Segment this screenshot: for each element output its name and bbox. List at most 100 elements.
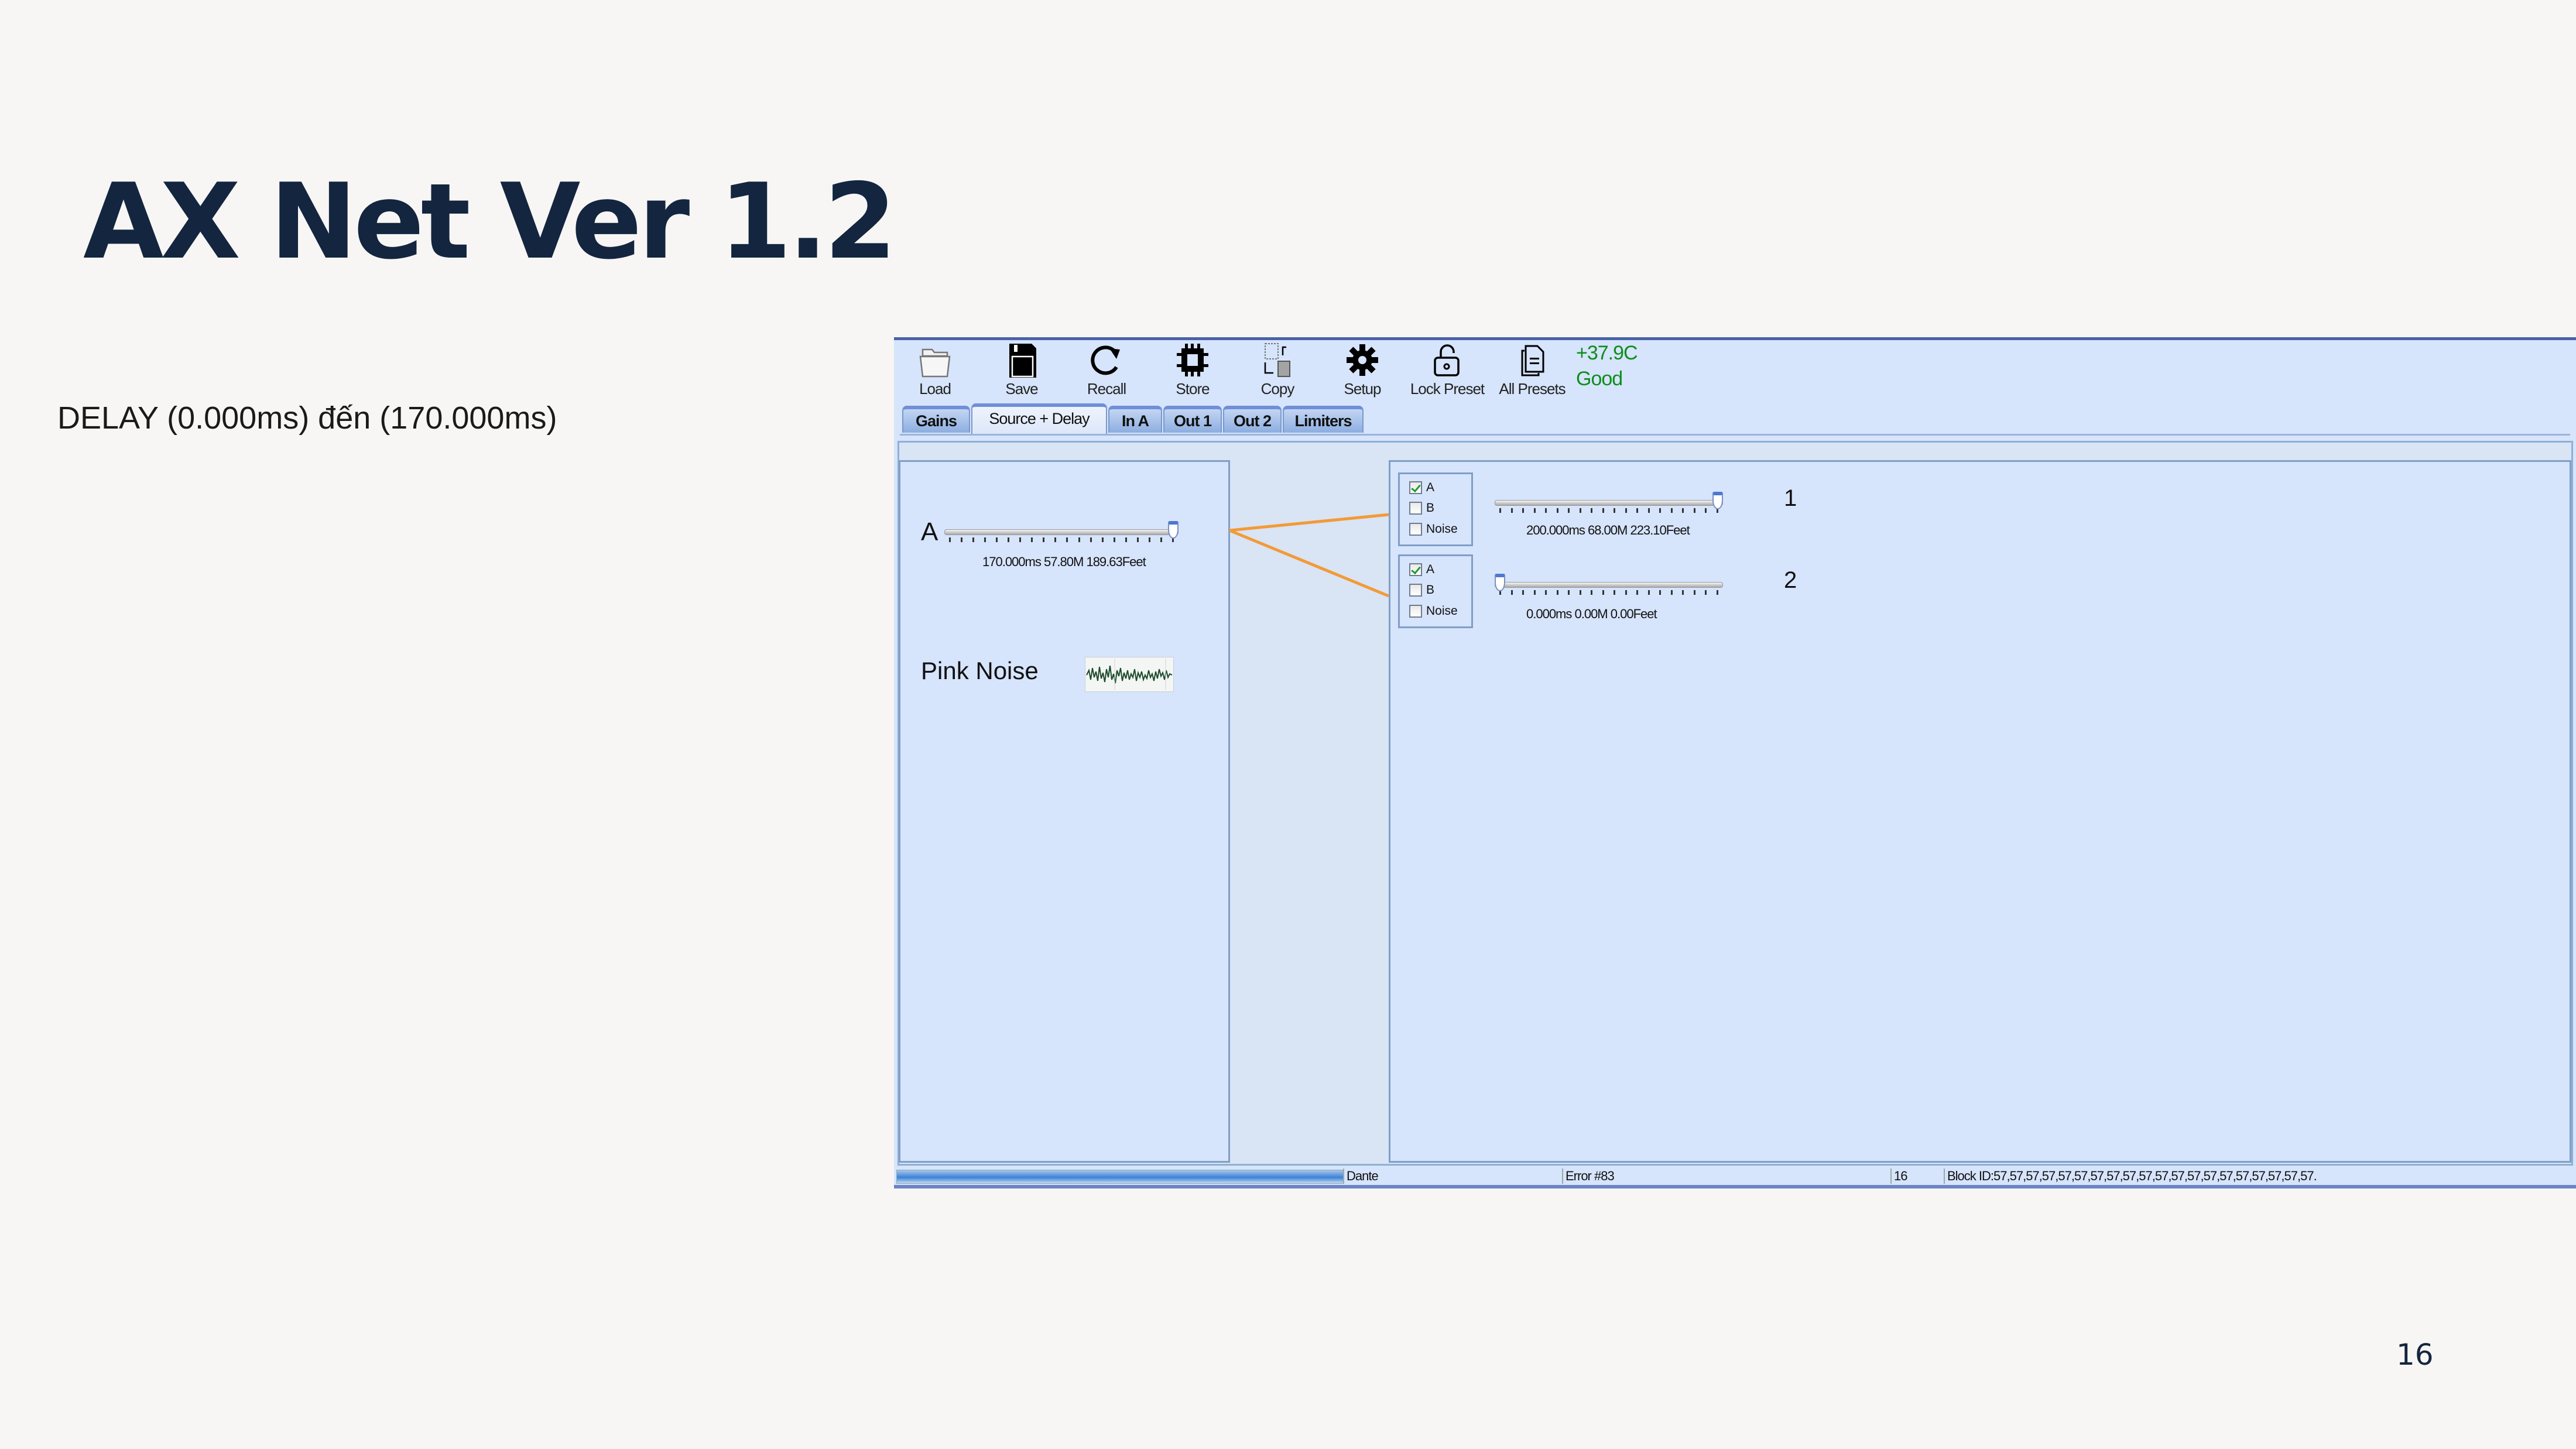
route-a-to-1 xyxy=(1229,513,1389,532)
output-1-delay-slider[interactable] xyxy=(1495,492,1723,519)
output-2-source-a[interactable]: A xyxy=(1409,561,1434,578)
slider-tick xyxy=(1556,508,1558,513)
output-1-source-noise[interactable]: Noise xyxy=(1409,520,1458,538)
checkbox-label: A xyxy=(1426,481,1435,494)
output-1-source-select: A B Noise xyxy=(1398,472,1473,546)
output-2-source-select: A B Noise xyxy=(1398,554,1473,628)
slider-tick xyxy=(1522,590,1525,595)
slider-tick xyxy=(1693,508,1695,513)
slider-tick xyxy=(1043,537,1045,542)
documents-icon xyxy=(1521,345,1544,376)
slider-tick xyxy=(1125,537,1127,542)
slider-tick xyxy=(1533,508,1536,513)
slider-tick xyxy=(949,537,951,542)
slider-tick xyxy=(1113,537,1115,542)
store-button[interactable]: Store xyxy=(1152,340,1234,399)
page-number: 16 xyxy=(2396,1338,2434,1372)
slider-tick xyxy=(1625,590,1627,595)
slider-thumb[interactable] xyxy=(1495,574,1505,591)
tab-in-a[interactable]: In A xyxy=(1108,406,1162,433)
slider-ticks xyxy=(949,537,1174,543)
route-a-to-2 xyxy=(1229,529,1389,598)
tab-out-1[interactable]: Out 1 xyxy=(1163,406,1222,433)
slider-tick xyxy=(1556,590,1558,595)
tab-gains[interactable]: Gains xyxy=(902,406,970,433)
checkbox[interactable] xyxy=(1409,605,1422,618)
slider-tick xyxy=(1545,508,1547,513)
slide-description: DELAY (0.000ms) đến (170.000ms) xyxy=(57,400,557,436)
chip-icon xyxy=(1177,344,1208,376)
slider-tick xyxy=(1568,508,1570,513)
output-1-number: 1 xyxy=(1784,485,1797,511)
setup-button[interactable]: Setup xyxy=(1321,340,1403,399)
slider-tick xyxy=(1579,590,1581,595)
output-2-source-b[interactable]: B xyxy=(1409,581,1434,599)
checkbox[interactable] xyxy=(1409,481,1422,494)
save-button[interactable]: Save xyxy=(981,340,1063,399)
tab-source-delay[interactable]: Source + Delay xyxy=(971,403,1107,434)
output-2-source-noise[interactable]: Noise xyxy=(1409,602,1458,620)
output-1-source-b[interactable]: B xyxy=(1409,499,1434,517)
slider-tick xyxy=(1148,537,1150,542)
checkbox-label: B xyxy=(1426,501,1435,515)
all-presets-button[interactable]: All Presets xyxy=(1491,340,1573,399)
slider-tick xyxy=(1066,537,1068,542)
slider-tick xyxy=(1659,590,1662,595)
slider-tick xyxy=(1636,590,1639,595)
checkbox-label: B xyxy=(1426,583,1435,597)
slider-tick xyxy=(1705,590,1707,595)
checkbox[interactable] xyxy=(1409,584,1422,597)
tab-out-2[interactable]: Out 2 xyxy=(1223,406,1282,433)
input-a-label: A xyxy=(921,518,938,546)
slider-thumb[interactable] xyxy=(1712,492,1723,509)
input-a-delay-slider[interactable] xyxy=(944,521,1179,548)
checkbox[interactable] xyxy=(1409,502,1422,515)
slider-tick xyxy=(1716,590,1718,595)
recall-button[interactable]: Recall xyxy=(1066,340,1147,399)
copy-label: Copy xyxy=(1260,380,1295,398)
lock-preset-button[interactable]: Lock Preset xyxy=(1406,340,1488,399)
slider-ticks xyxy=(1499,508,1718,514)
slider-tick xyxy=(1510,508,1513,513)
slider-tick xyxy=(1054,537,1057,542)
slider-track xyxy=(1495,500,1723,506)
toolbar: Load Save Recall Store Copy Setup Lock P… xyxy=(894,340,2576,399)
output-1-delay-readout: 200.000ms 68.00M 223.10Feet xyxy=(1526,523,1690,537)
slider-tick xyxy=(1522,508,1525,513)
slider-tick xyxy=(1078,537,1080,542)
output-panel: A B Noise 200.000ms 68.00M 223.10Feet 1 … xyxy=(1389,460,2571,1163)
recall-label: Recall xyxy=(1087,380,1126,398)
slider-tick xyxy=(996,537,998,542)
temperature-readout: +37.9C xyxy=(1576,342,1638,364)
slider-tick xyxy=(1682,508,1684,513)
slider-thumb[interactable] xyxy=(1168,521,1179,539)
copy-button[interactable]: Copy xyxy=(1236,340,1318,399)
slider-tick xyxy=(1008,537,1010,542)
tab-limiters[interactable]: Limiters xyxy=(1283,406,1364,433)
pink-noise-label: Pink Noise xyxy=(921,657,1039,684)
load-button[interactable]: Load xyxy=(894,340,976,399)
copy-icon xyxy=(1264,343,1290,377)
slider-tick xyxy=(1090,537,1092,542)
save-label: Save xyxy=(1005,380,1038,398)
slider-tick xyxy=(1579,508,1581,513)
pink-noise-waveform[interactable] xyxy=(1085,657,1174,692)
slider-tick xyxy=(1636,508,1639,513)
slider-tick xyxy=(1659,508,1662,513)
slider-tick xyxy=(1568,590,1570,595)
output-2-delay-slider[interactable] xyxy=(1495,574,1723,601)
slider-tick xyxy=(1499,508,1501,513)
unlock-icon xyxy=(1434,344,1460,376)
slider-tick xyxy=(1545,590,1547,595)
slider-tick xyxy=(1160,537,1162,542)
slider-tick xyxy=(1614,590,1616,595)
status-bar: Dante Error #83 16 Block ID:57,57,57,57,… xyxy=(894,1167,2576,1188)
checkbox[interactable] xyxy=(1409,563,1422,576)
slider-tick xyxy=(1602,508,1604,513)
output-2-delay-readout: 0.000ms 0.00M 0.00Feet xyxy=(1526,607,1657,621)
checkbox[interactable] xyxy=(1409,523,1422,536)
store-label: Store xyxy=(1176,380,1210,398)
output-1-source-a[interactable]: A xyxy=(1409,479,1434,496)
slider-tick xyxy=(1647,508,1650,513)
slider-tick xyxy=(1533,590,1536,595)
